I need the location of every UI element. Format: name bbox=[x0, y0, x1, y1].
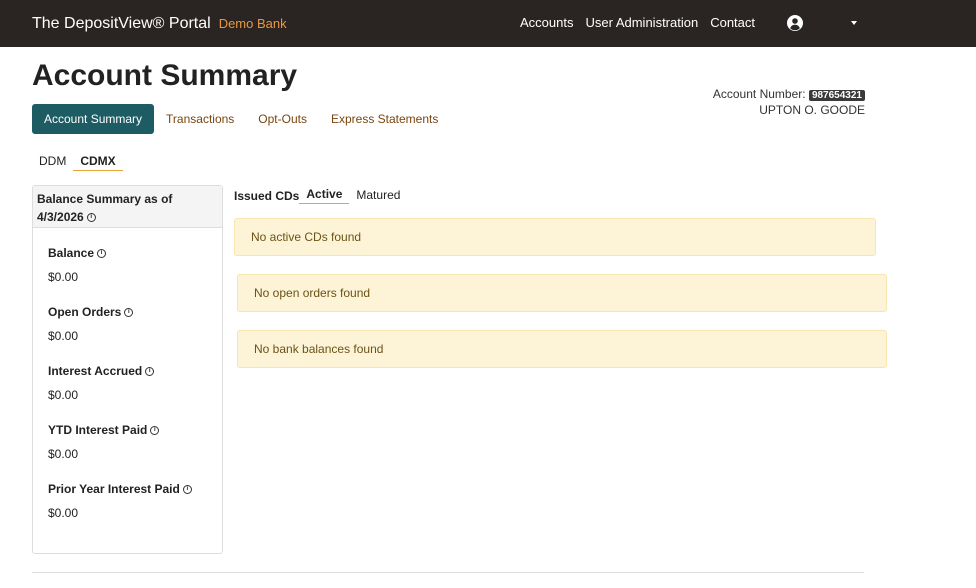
account-number-badge: 987654321 bbox=[808, 90, 865, 101]
nav-accounts[interactable]: Accounts bbox=[520, 15, 573, 30]
top-navbar: The DepositView® Portal Demo Bank Account… bbox=[0, 0, 976, 47]
account-number-row: Account Number: 987654321 bbox=[713, 87, 865, 103]
balance-summary-panel: Balance Summary as of 4/3/2026 i Balance i… bbox=[32, 185, 223, 554]
tab-express-statements[interactable]: Express Statements bbox=[319, 104, 450, 134]
info-icon[interactable]: i bbox=[86, 213, 96, 223]
no-open-orders-alert: No open orders found bbox=[237, 274, 887, 312]
issued-cds-tabs: Issued CDs Active Matured bbox=[234, 187, 407, 204]
info-icon[interactable]: i bbox=[150, 426, 160, 436]
tab-account-summary[interactable]: Account Summary bbox=[32, 104, 155, 134]
nav-user-administration[interactable]: User Administration bbox=[585, 15, 698, 30]
interest-accrued-label-text: Interest Accrued bbox=[48, 364, 143, 378]
open-orders-item: Open Orders i $0.00 bbox=[48, 287, 207, 346]
subtab-ddm[interactable]: DDM bbox=[32, 154, 73, 171]
main-tabs: Account Summary Transactions Opt-Outs Ex… bbox=[32, 104, 450, 134]
prior-year-interest-paid-label: Prior Year Interest Paid i bbox=[48, 482, 207, 497]
prior-year-interest-paid-label-text: Prior Year Interest Paid bbox=[48, 482, 180, 496]
product-subtabs: DDM CDMX bbox=[32, 154, 123, 171]
tab-transactions[interactable]: Transactions bbox=[154, 104, 246, 134]
tab-active-cds[interactable]: Active bbox=[299, 187, 350, 204]
interest-accrued-label: Interest Accrued i bbox=[48, 364, 207, 379]
balance-summary-header: Balance Summary as of 4/3/2026 i bbox=[33, 186, 222, 228]
no-active-cds-alert: No active CDs found bbox=[234, 218, 876, 256]
balance-label-text: Balance bbox=[48, 246, 95, 260]
brand-name: The DepositView® Portal bbox=[32, 15, 211, 32]
balance-summary-body: Balance i $0.00 Open Orders i $0.00 Intere… bbox=[33, 228, 222, 523]
ytd-interest-paid-label: YTD Interest Paid i bbox=[48, 423, 207, 438]
open-orders-label-text: Open Orders bbox=[48, 305, 122, 319]
ytd-interest-paid-label-text: YTD Interest Paid bbox=[48, 423, 148, 437]
open-orders-value: $0.00 bbox=[48, 329, 79, 343]
interest-accrued-value: $0.00 bbox=[48, 388, 79, 402]
page-title: Account Summary bbox=[32, 59, 298, 92]
issued-cds-label: Issued CDs bbox=[234, 189, 300, 203]
info-icon[interactable]: i bbox=[182, 485, 192, 495]
prior-year-interest-paid-item: Prior Year Interest Paid i $0.00 bbox=[48, 464, 207, 523]
tab-matured-cds[interactable]: Matured bbox=[349, 188, 407, 204]
balance-label: Balance i bbox=[48, 246, 207, 261]
account-holder: UPTON O. GOODE bbox=[759, 103, 865, 117]
open-orders-label: Open Orders i bbox=[48, 305, 207, 320]
account-number-label: Account Number: bbox=[712, 87, 806, 101]
nav-contact[interactable]: Contact bbox=[710, 15, 755, 30]
footer-divider bbox=[32, 572, 864, 573]
info-icon[interactable]: i bbox=[124, 308, 134, 318]
prior-year-interest-paid-value: $0.00 bbox=[48, 506, 79, 520]
subtab-cdmx[interactable]: CDMX bbox=[73, 154, 123, 171]
info-icon[interactable]: i bbox=[97, 249, 107, 259]
user-circle-icon[interactable] bbox=[787, 15, 803, 31]
info-icon[interactable]: i bbox=[145, 367, 155, 377]
ytd-interest-paid-value: $0.00 bbox=[48, 447, 79, 461]
nav-links: Accounts User Administration Contact bbox=[520, 15, 755, 30]
brand-title[interactable]: The DepositView® Portal Demo Bank bbox=[32, 15, 287, 33]
account-info: Account Number: 987654321 UPTON O. GOODE bbox=[713, 87, 865, 118]
balance-summary-title: Balance Summary as of 4/3/2026 bbox=[37, 192, 173, 224]
no-bank-balances-alert: No bank balances found bbox=[237, 330, 887, 368]
balance-item: Balance i $0.00 bbox=[48, 228, 207, 287]
ytd-interest-paid-item: YTD Interest Paid i $0.00 bbox=[48, 405, 207, 464]
caret-down-icon[interactable] bbox=[851, 21, 857, 25]
tab-opt-outs[interactable]: Opt-Outs bbox=[246, 104, 319, 134]
interest-accrued-item: Interest Accrued i $0.00 bbox=[48, 346, 207, 405]
balance-value: $0.00 bbox=[48, 270, 79, 284]
brand-bank-name: Demo Bank bbox=[218, 16, 287, 31]
